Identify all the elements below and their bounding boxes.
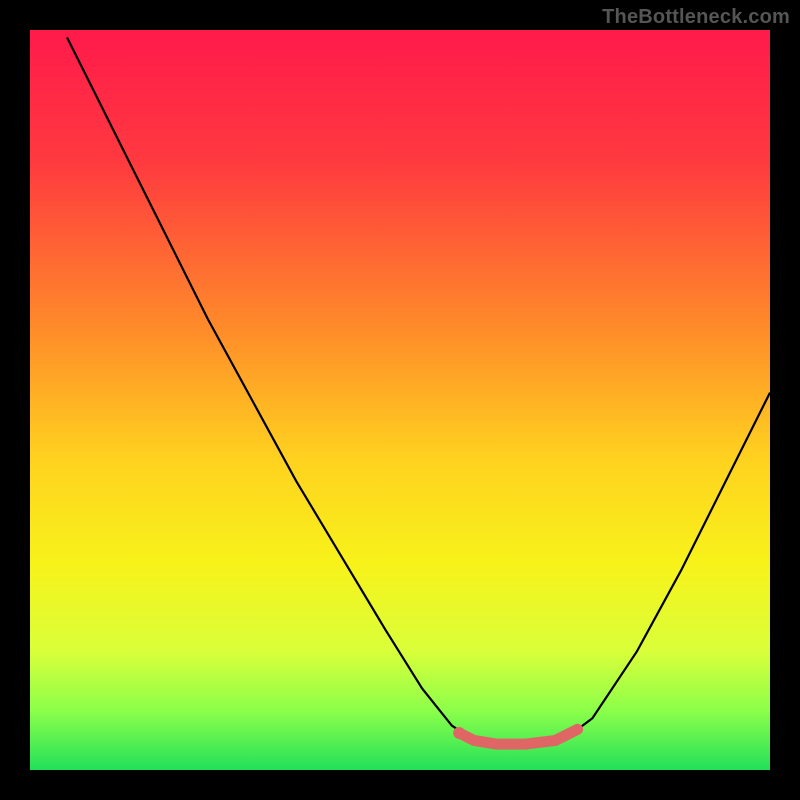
bottleneck-chart <box>0 0 800 800</box>
chart-svg <box>0 0 800 800</box>
gradient-background <box>30 30 770 770</box>
watermark-text: TheBottleneck.com <box>602 6 790 29</box>
optimal-point-marker <box>453 727 465 739</box>
